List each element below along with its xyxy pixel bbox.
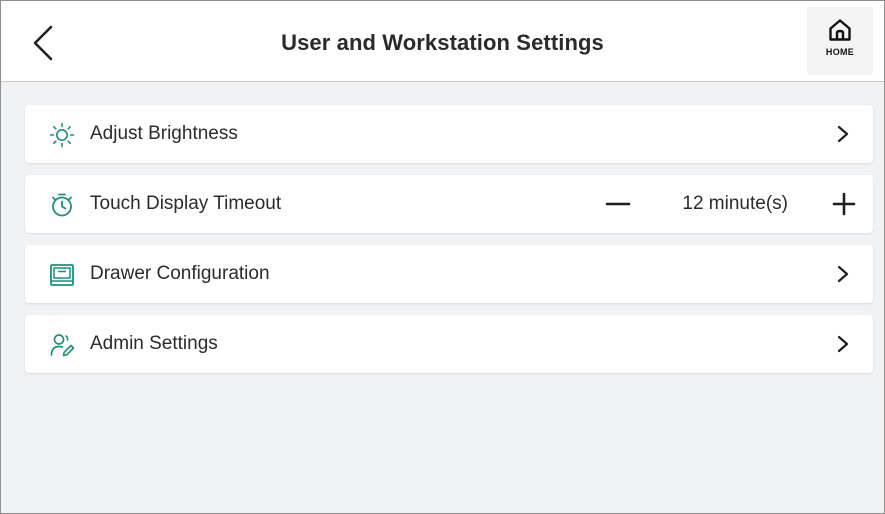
home-button[interactable]: HOME — [807, 7, 873, 75]
drawer-configuration-label: Drawer Configuration — [90, 263, 270, 284]
plus-icon — [832, 192, 856, 216]
sun-icon — [49, 122, 75, 148]
adjust-brightness-row[interactable]: Adjust Brightness — [25, 105, 873, 163]
admin-settings-row[interactable]: Admin Settings — [25, 315, 873, 373]
adjust-brightness-label: Adjust Brightness — [90, 123, 238, 144]
admin-settings-label: Admin Settings — [90, 333, 218, 354]
page-title: User and Workstation Settings — [281, 30, 604, 55]
top-bar: User and Workstation Settings HOME — [1, 1, 884, 82]
home-icon — [829, 19, 851, 41]
increase-timeout-button[interactable] — [829, 189, 859, 219]
timer-icon — [49, 192, 75, 218]
chevron-right-icon — [837, 335, 849, 353]
chevron-right-icon — [837, 265, 849, 283]
timeout-value: 12 minute(s) — [682, 193, 788, 214]
touch-display-timeout-row: Touch Display Timeout 12 minute(s) — [25, 175, 873, 233]
minus-icon — [605, 202, 631, 206]
decrease-timeout-button[interactable] — [603, 189, 633, 219]
touch-display-timeout-label: Touch Display Timeout — [90, 193, 282, 214]
home-label: HOME — [825, 47, 855, 57]
admin-user-edit-icon — [49, 332, 75, 358]
drawer-icon — [49, 262, 75, 288]
app-window: User and Workstation Settings HOME Adjus… — [0, 0, 885, 514]
drawer-configuration-row[interactable]: Drawer Configuration — [25, 245, 873, 303]
settings-list: Adjust Brightness Touch Display Timeout — [25, 105, 873, 385]
chevron-right-icon — [837, 125, 849, 143]
